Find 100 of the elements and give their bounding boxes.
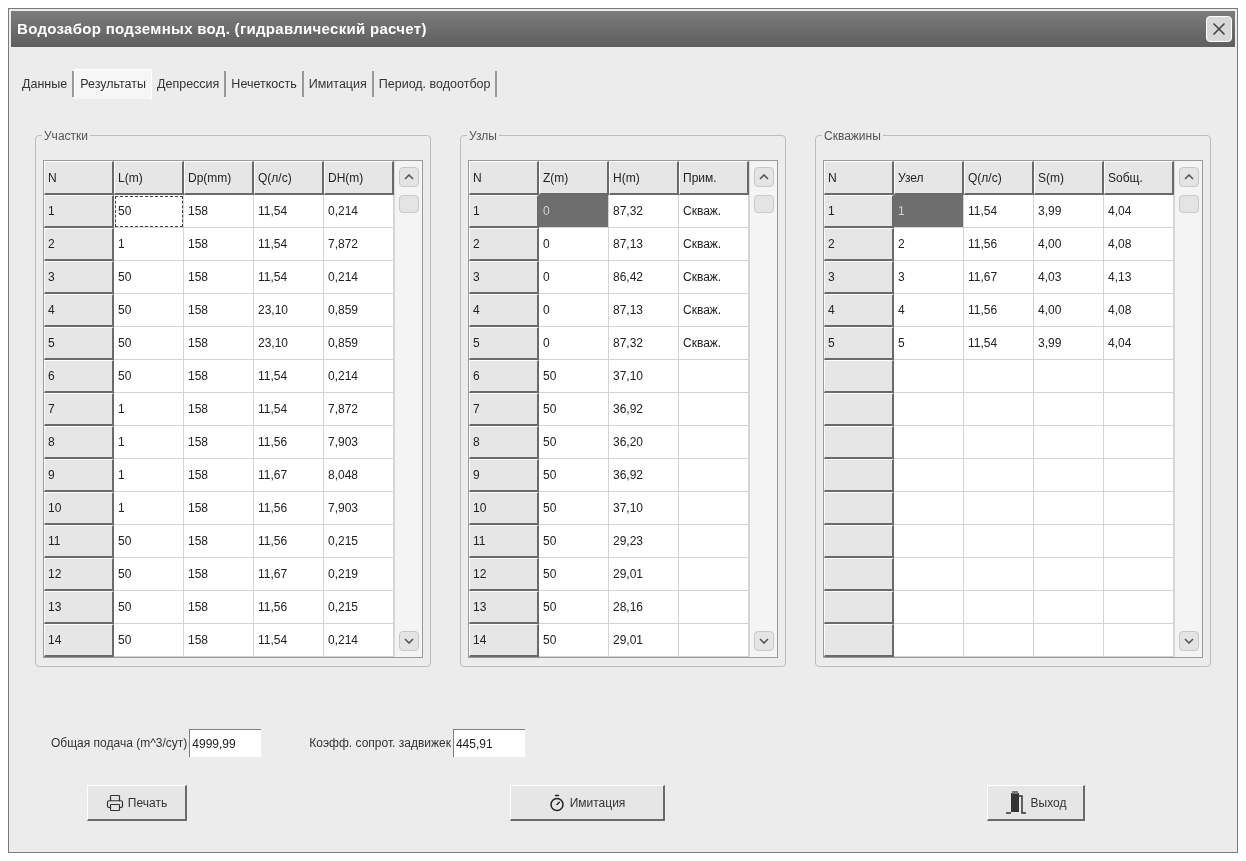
table-cell: 50	[539, 591, 609, 624]
column-header[interactable]: Z(m)	[539, 161, 609, 195]
scroll-up-button[interactable]	[753, 167, 774, 187]
scroll-up-button[interactable]	[398, 167, 419, 187]
row-header: 8	[469, 426, 539, 459]
scroll-down-button[interactable]	[1178, 631, 1199, 651]
row-header: 5	[824, 327, 894, 360]
column-header[interactable]: Прим.	[679, 161, 749, 195]
table-cell: 11,56	[254, 591, 324, 624]
tab[interactable]: Имитация	[303, 71, 374, 97]
table-cell: 0	[539, 261, 609, 294]
scroll-thumb[interactable]	[1178, 195, 1199, 213]
table-cell: 11,54	[254, 393, 324, 426]
table-cell	[679, 492, 749, 525]
scroll-down-button[interactable]	[753, 631, 774, 651]
scroll-thumb[interactable]	[398, 195, 419, 213]
table-cell: 23,10	[254, 294, 324, 327]
tab[interactable]: Депрессия	[152, 71, 227, 97]
table-cell: 0,214	[324, 261, 394, 294]
table-cell: 50	[114, 327, 184, 360]
table-cell: 0	[539, 327, 609, 360]
table-cell	[679, 360, 749, 393]
table-cell: 11,56	[254, 525, 324, 558]
table-cell: 50	[539, 525, 609, 558]
row-header: 10	[44, 492, 114, 525]
column-header[interactable]: N	[44, 161, 114, 195]
table-cell: 4,08	[1104, 294, 1174, 327]
scroll-down-button[interactable]	[398, 631, 419, 651]
table-cell: 0,215	[324, 591, 394, 624]
table-cell: 87,32	[609, 327, 679, 360]
column-header[interactable]: H(m)	[609, 161, 679, 195]
table-cell: 87,13	[609, 228, 679, 261]
table-cell: 11,56	[254, 492, 324, 525]
value-field[interactable]: 4999,99	[189, 729, 262, 757]
column-header[interactable]: Dp(mm)	[184, 161, 254, 195]
table-cell: 28,16	[609, 591, 679, 624]
tab[interactable]: Нечеткость	[226, 71, 304, 97]
table-cell: 1	[114, 459, 184, 492]
action-button[interactable]: Выход	[987, 785, 1085, 821]
field-label: Коэфф. сопрот. задвижек	[309, 735, 451, 752]
column-header[interactable]: S(m)	[1034, 161, 1104, 195]
table-cell: 50	[539, 492, 609, 525]
table-cell	[1034, 525, 1104, 558]
table-cell: 11,54	[254, 195, 324, 228]
column-header[interactable]: N	[469, 161, 539, 195]
column-header[interactable]: Sобщ.	[1104, 161, 1174, 195]
table-cell: 158	[184, 228, 254, 261]
table-cell	[964, 459, 1034, 492]
action-button[interactable]: Печать	[87, 785, 187, 821]
down-caret-icon	[758, 638, 769, 644]
table-cell	[679, 558, 749, 591]
scrollbar[interactable]	[749, 161, 777, 657]
table-cell	[1034, 426, 1104, 459]
table-cell: 5	[894, 327, 964, 360]
table-cell	[1034, 492, 1104, 525]
table-cell	[894, 492, 964, 525]
row-header: 6	[44, 360, 114, 393]
scroll-thumb[interactable]	[753, 195, 774, 213]
row-header: 4	[824, 294, 894, 327]
column-header[interactable]: Q(л/с)	[964, 161, 1034, 195]
table-cell: 0,214	[324, 360, 394, 393]
table-cell	[1104, 459, 1174, 492]
down-caret-icon	[403, 638, 414, 644]
scroll-up-button[interactable]	[1178, 167, 1199, 187]
table-cell: 158	[184, 459, 254, 492]
table-cell: 29,01	[609, 624, 679, 657]
table-cell: 50	[539, 393, 609, 426]
table-cell: 4,13	[1104, 261, 1174, 294]
column-header[interactable]: N	[824, 161, 894, 195]
column-header[interactable]: Q(л/с)	[254, 161, 324, 195]
row-header: 2	[44, 228, 114, 261]
table-cell: 86,42	[609, 261, 679, 294]
scrollbar[interactable]	[1174, 161, 1202, 657]
table-cell: 1	[894, 195, 964, 228]
tab[interactable]: Результаты	[74, 69, 152, 99]
table-cell: 3,99	[1034, 195, 1104, 228]
value-field[interactable]: 445,91	[452, 729, 525, 757]
table-cell	[894, 525, 964, 558]
column-header[interactable]: DH(m)	[324, 161, 394, 195]
down-caret-icon	[1183, 638, 1194, 644]
table-cell	[1104, 591, 1174, 624]
table-cell: 3	[894, 261, 964, 294]
column-header[interactable]: L(m)	[114, 161, 184, 195]
table-cell: 7,872	[324, 393, 394, 426]
row-header: 2	[469, 228, 539, 261]
scrollbar[interactable]	[394, 161, 422, 657]
table-cell: Скваж.	[679, 261, 749, 294]
tab[interactable]: Период. водоотбор	[373, 71, 498, 97]
table-cell	[1034, 591, 1104, 624]
table-cell: 4,04	[1104, 327, 1174, 360]
table-cell: 11,54	[254, 228, 324, 261]
table-cell: 0	[539, 195, 609, 228]
action-button[interactable]: Имитация	[509, 785, 665, 821]
table-cell: 7,872	[324, 228, 394, 261]
table-cell: Скваж.	[679, 195, 749, 228]
table-cell: 4,08	[1104, 228, 1174, 261]
close-button[interactable]	[1206, 16, 1232, 42]
column-header[interactable]: Узел	[894, 161, 964, 195]
table-cell: Скваж.	[679, 294, 749, 327]
up-caret-icon	[758, 174, 769, 180]
